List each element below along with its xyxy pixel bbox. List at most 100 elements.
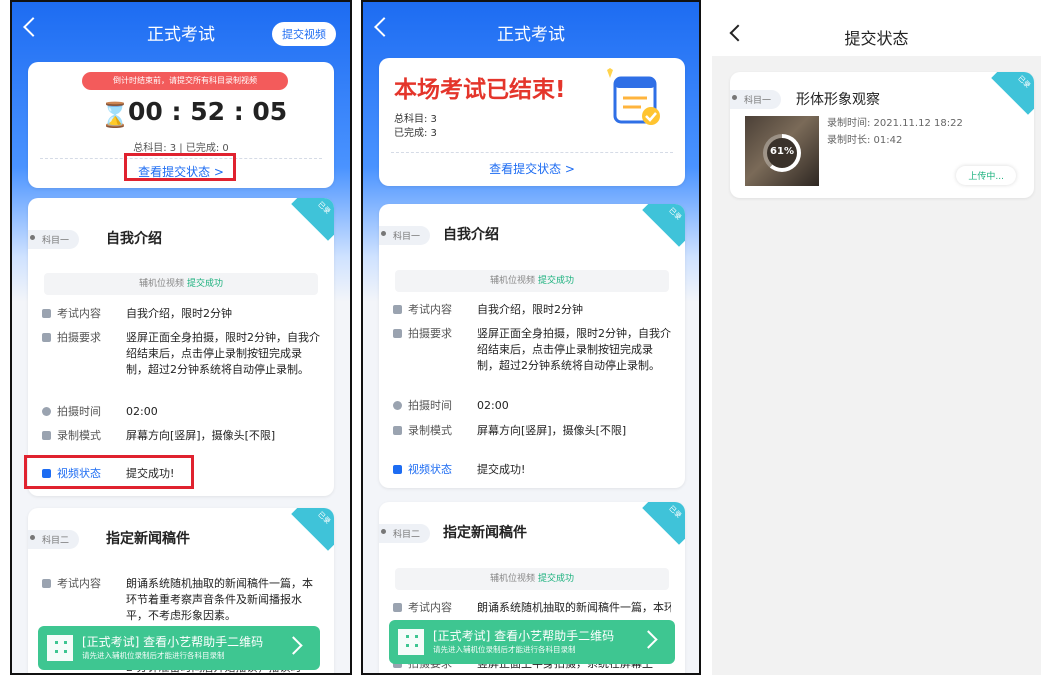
qr-helper-banner[interactable]: [正式考试] 查看小艺帮助手二维码 请先进入辅机位录制后才能进行各科目录制 bbox=[389, 620, 675, 664]
top-bar: 提交状态 bbox=[712, 0, 1041, 56]
subject-card-1: 已录 科目一 自我介绍 辅机位视频 提交成功 考试内容 自我介绍，限时2分钟 拍… bbox=[28, 198, 334, 496]
row-key: 录制模式 bbox=[57, 429, 101, 442]
row-key: 视频状态 bbox=[408, 463, 452, 476]
row-value: 竖屏正面全身拍摄，限时2分钟，自我介绍结束后，点击停止录制按钮完成录制，超过2分… bbox=[477, 327, 671, 372]
submit-video-button[interactable]: 提交视频 bbox=[272, 22, 336, 46]
row-key: 考试内容 bbox=[57, 577, 101, 590]
row-value: 自我介绍，限时2分钟 bbox=[477, 303, 583, 316]
upload-status-badge: 上传中... bbox=[956, 166, 1016, 185]
chevron-right-icon bbox=[639, 630, 658, 649]
banner-title: [正式考试] 查看小艺帮助手二维码 bbox=[82, 635, 264, 649]
row-key: 拍摄要求 bbox=[408, 327, 452, 340]
document-icon bbox=[42, 309, 51, 318]
play-icon bbox=[393, 465, 402, 474]
record-duration: 录制时长: 01:42 bbox=[827, 135, 903, 146]
row-value: 屏幕方向[竖屏]，摄像头[不限] bbox=[477, 424, 627, 437]
countdown-warning: 倒计时结束前，请提交所有科目录制视频 bbox=[82, 72, 288, 90]
aux-camera-success: 提交成功 bbox=[537, 276, 574, 286]
qr-code-icon bbox=[398, 629, 424, 655]
upload-progress-label: 61% bbox=[770, 146, 794, 157]
chevron-right-icon bbox=[284, 636, 303, 655]
row-record-mode: 录制模式 屏幕方向[竖屏]，摄像头[不限] bbox=[42, 428, 324, 444]
countdown-timer: 00 : 52 : 05 bbox=[128, 97, 288, 126]
subject-name: 形体形象观察 bbox=[796, 92, 880, 108]
qr-code-icon bbox=[47, 635, 73, 661]
row-value: 02:00 bbox=[126, 405, 158, 418]
row-shoot-requirement: 拍摄要求 竖屏正面全身拍摄，限时2分钟，自我介绍结束后，点击停止录制按钮完成录制… bbox=[393, 326, 675, 390]
row-value: 自我介绍，限时2分钟 bbox=[126, 307, 232, 320]
subject-tag: 科目一 bbox=[730, 90, 782, 109]
row-video-status: 视频状态 提交成功! bbox=[393, 462, 675, 478]
video-icon bbox=[42, 431, 51, 440]
subject-name: 自我介绍 bbox=[106, 231, 162, 247]
video-icon bbox=[393, 426, 402, 435]
aux-camera-success: 提交成功 bbox=[186, 279, 223, 289]
clock-icon bbox=[42, 407, 51, 416]
row-exam-content: 考试内容 朗诵系统随机抽取的新闻稿件一篇，本环节着重考察声音条件及新闻播报水平，… bbox=[42, 576, 324, 632]
banner-subtitle: 请先进入辅机位录制后才能进行各科目录制 bbox=[82, 651, 225, 660]
upload-card: 已录 科目一 形体形象观察 61% 录制时间: 2021.11.12 18:22… bbox=[730, 72, 1034, 198]
completed-subjects: 已完成: 3 bbox=[394, 128, 437, 139]
document-icon bbox=[42, 579, 51, 588]
row-value: 02:00 bbox=[477, 399, 509, 412]
row-key: 考试内容 bbox=[57, 307, 101, 320]
video-thumbnail: 61% bbox=[745, 116, 819, 186]
qr-helper-banner[interactable]: [正式考试] 查看小艺帮助手二维码 请先进入辅机位录制后才能进行各科目录制 bbox=[38, 626, 320, 670]
row-key: 拍摄要求 bbox=[57, 331, 101, 344]
exam-screen-ended: 正式考试 本场考试已结束! 总科目: 3 已完成: 3 查看提交状态 > 已录 … bbox=[361, 0, 701, 675]
page-title: 提交状态 bbox=[844, 29, 909, 48]
submit-status-screen: 提交状态 已录 科目一 形体形象观察 61% 录制时间: 2021.11.12 … bbox=[712, 0, 1041, 675]
row-value: 提交成功! bbox=[477, 463, 526, 476]
exam-ended-title: 本场考试已结束! bbox=[394, 77, 566, 103]
total-subjects: 总科目: 3 bbox=[394, 114, 437, 125]
row-value: 朗诵系统随机抽取的新闻稿件一篇，本环节着重考察声音条件及新闻播报水平，不考虑形象… bbox=[477, 601, 671, 614]
row-key: 拍摄时间 bbox=[408, 399, 452, 412]
clock-icon bbox=[393, 401, 402, 410]
row-shoot-requirement: 拍摄要求 竖屏正面全身拍摄，限时2分钟，自我介绍结束后，点击停止录制按钮完成录制… bbox=[42, 330, 324, 394]
camera-icon bbox=[393, 329, 402, 338]
exam-ended-card: 本场考试已结束! 总科目: 3 已完成: 3 查看提交状态 > bbox=[379, 58, 685, 186]
row-exam-content: 考试内容 朗诵系统随机抽取的新闻稿件一篇，本环节着重考察声音条件及新闻播报水平，… bbox=[393, 600, 675, 616]
row-key: 考试内容 bbox=[408, 303, 452, 316]
record-time: 录制时间: 2021.11.12 18:22 bbox=[827, 118, 963, 129]
aux-camera-success: 提交成功 bbox=[537, 574, 574, 584]
exam-screen-countdown: 正式考试 提交视频 倒计时结束前，请提交所有科目录制视频 ⌛ 00 : 52 :… bbox=[10, 0, 352, 675]
subject-name: 自我介绍 bbox=[443, 227, 499, 243]
subject-tag: 科目一 bbox=[379, 226, 431, 245]
row-record-mode: 录制模式 屏幕方向[竖屏]，摄像头[不限] bbox=[393, 423, 675, 439]
top-bar: 正式考试 bbox=[363, 2, 699, 62]
subject-tag: 科目二 bbox=[28, 530, 80, 549]
camera-icon bbox=[42, 333, 51, 342]
divider bbox=[391, 152, 673, 153]
aux-camera-label: 辅机位视频 bbox=[139, 279, 185, 289]
hourglass-icon: ⌛ bbox=[100, 101, 130, 129]
banner-subtitle: 请先进入辅机位录制后才能进行各科目录制 bbox=[433, 645, 576, 654]
top-bar: 正式考试 提交视频 bbox=[12, 2, 350, 62]
row-key: 录制模式 bbox=[408, 424, 452, 437]
subject-name: 指定新闻稿件 bbox=[443, 525, 527, 541]
row-exam-content: 考试内容 自我介绍，限时2分钟 bbox=[42, 306, 324, 322]
subject-counts: 总科目: 3 | 已完成: 0 bbox=[133, 143, 229, 154]
aux-camera-status: 辅机位视频 提交成功 bbox=[395, 568, 669, 590]
row-shoot-time: 拍摄时间 02:00 bbox=[393, 398, 675, 414]
highlight-box bbox=[124, 153, 236, 181]
highlight-box bbox=[24, 455, 194, 489]
subject-name: 指定新闻稿件 bbox=[106, 531, 190, 547]
aux-camera-status: 辅机位视频 提交成功 bbox=[395, 270, 669, 292]
subject-tag: 科目二 bbox=[379, 524, 431, 543]
subject-card-1: 已录 科目一 自我介绍 辅机位视频 提交成功 考试内容 自我介绍，限时2分钟 拍… bbox=[379, 204, 685, 488]
document-icon bbox=[393, 603, 402, 612]
view-submit-status-link[interactable]: 查看提交状态 > bbox=[379, 160, 685, 177]
row-key: 拍摄时间 bbox=[57, 405, 101, 418]
row-value: 朗诵系统随机抽取的新闻稿件一篇，本环节着重考察声音条件及新闻播报水平，不考虑形象… bbox=[126, 577, 313, 622]
document-icon bbox=[393, 305, 402, 314]
row-shoot-time: 拍摄时间 02:00 bbox=[42, 404, 324, 420]
aux-camera-label: 辅机位视频 bbox=[490, 574, 536, 584]
page-title: 正式考试 bbox=[497, 25, 565, 45]
aux-camera-status: 辅机位视频 提交成功 bbox=[44, 273, 318, 295]
banner-title: [正式考试] 查看小艺帮助手二维码 bbox=[433, 629, 615, 643]
row-key: 考试内容 bbox=[408, 601, 452, 614]
row-value: 竖屏正面全身拍摄，限时2分钟，自我介绍结束后，点击停止录制按钮完成录制，超过2分… bbox=[126, 331, 320, 376]
row-exam-content: 考试内容 自我介绍，限时2分钟 bbox=[393, 302, 675, 318]
aux-camera-label: 辅机位视频 bbox=[490, 276, 536, 286]
